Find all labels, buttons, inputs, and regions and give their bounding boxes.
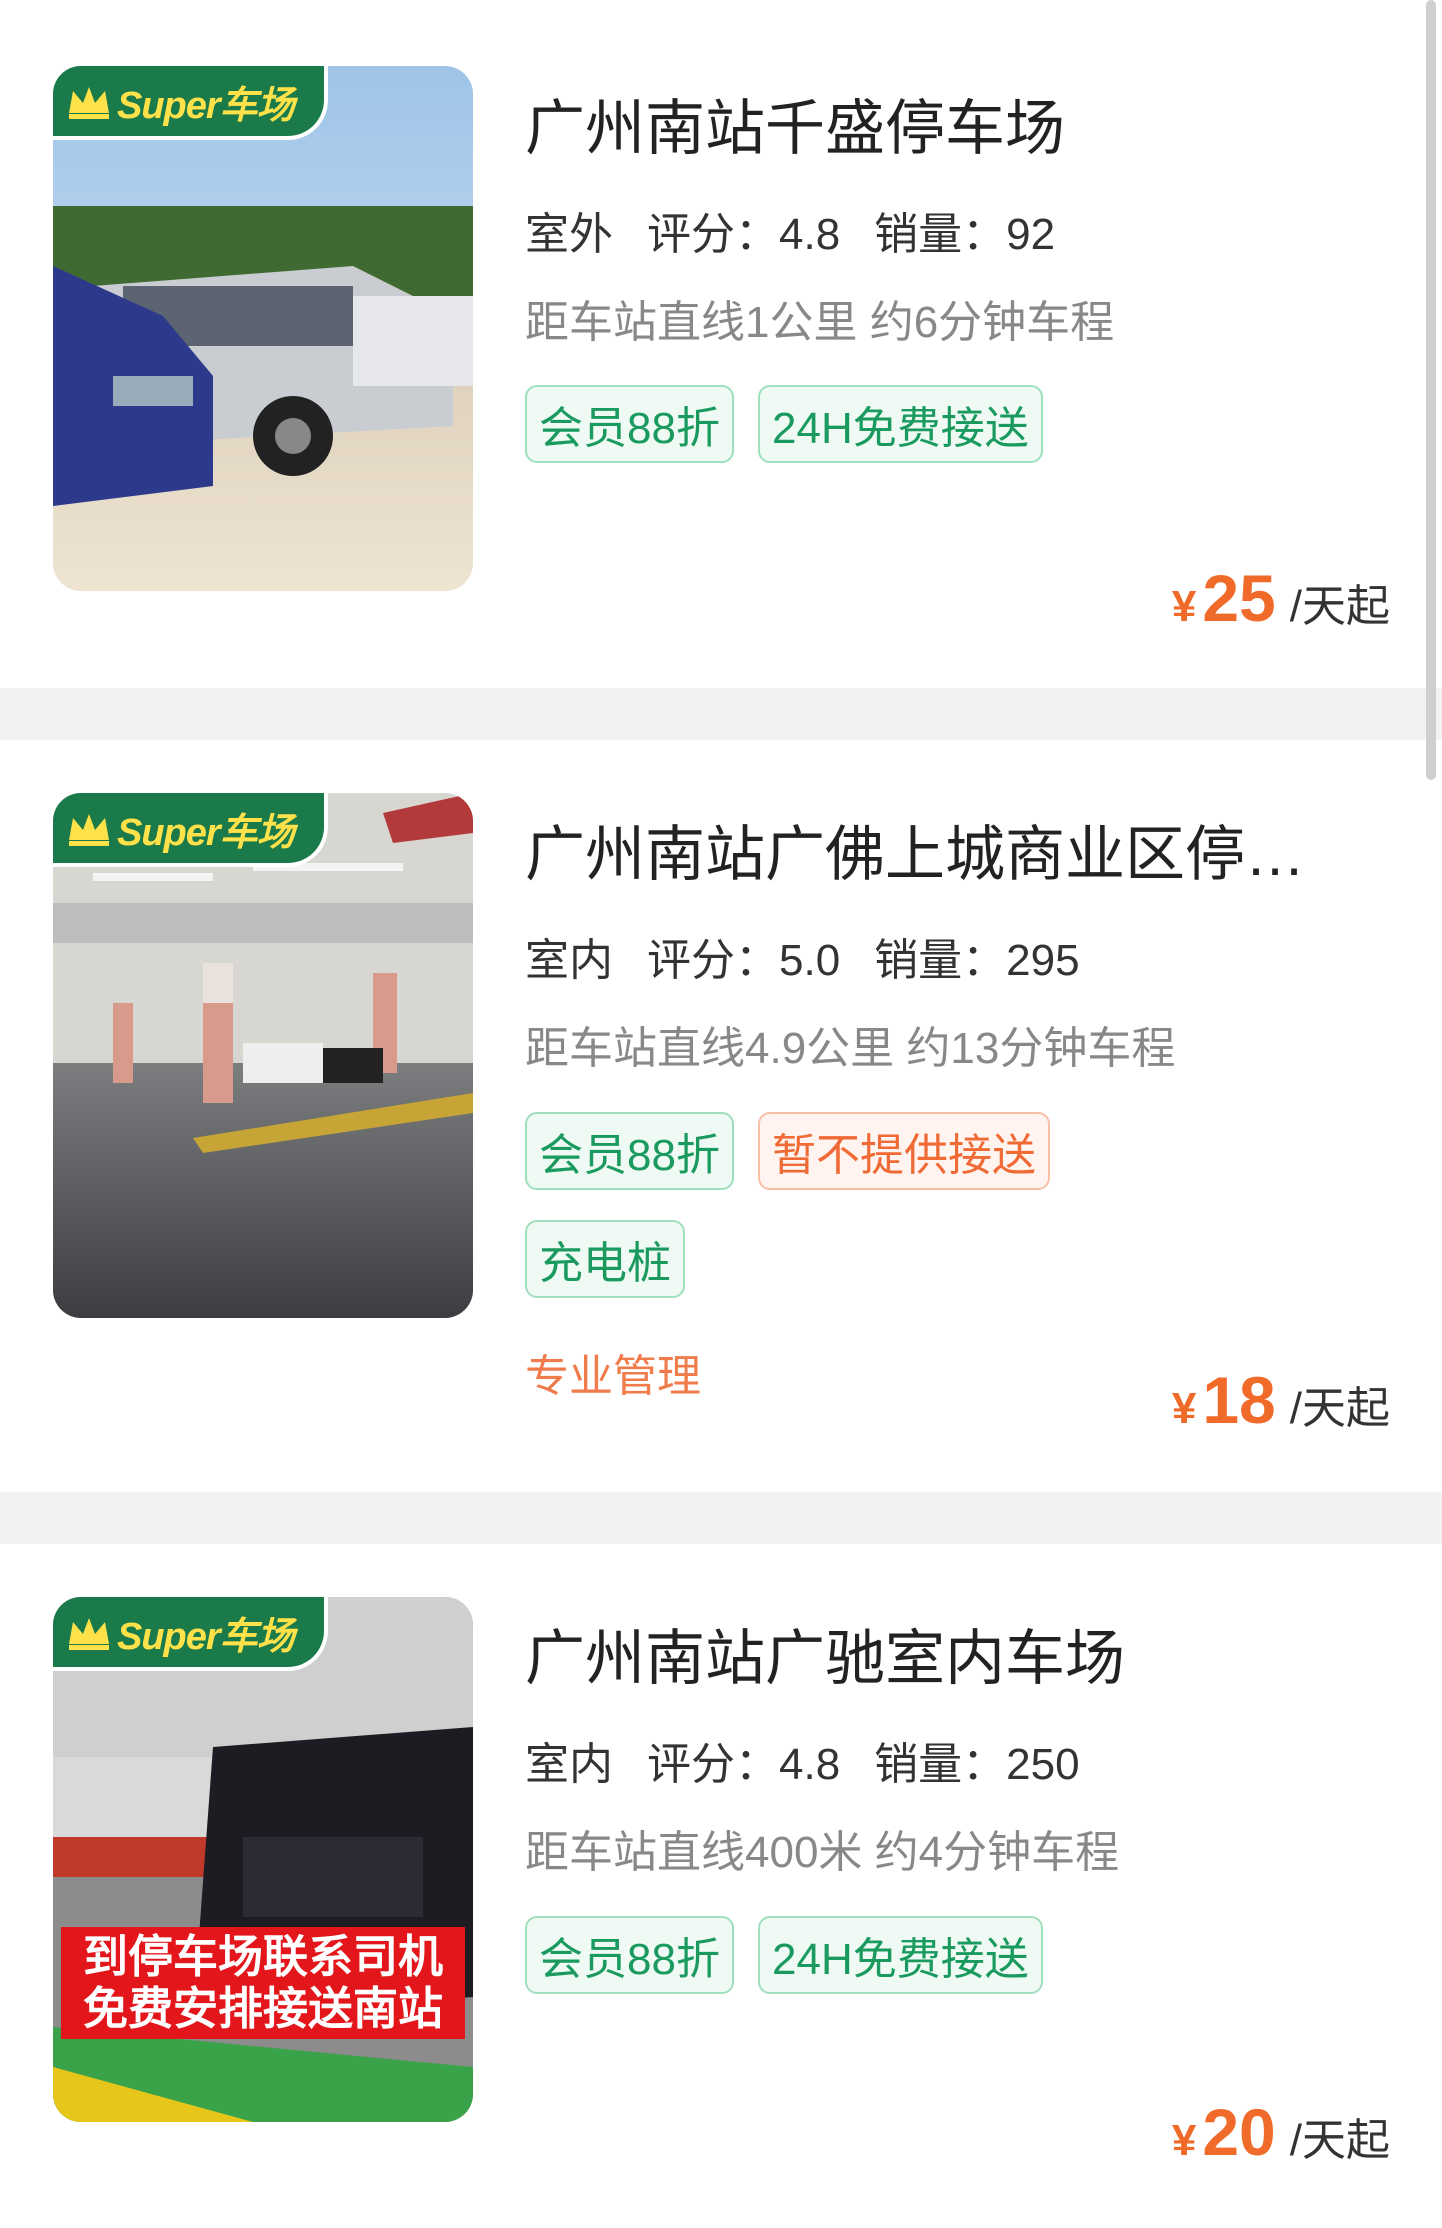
rating-value: 5.0 — [779, 936, 841, 985]
photo-caption: 到停车场联系司机 免费安排接送南站 — [61, 1927, 465, 2039]
badge-label: Super车场 — [117, 84, 295, 127]
super-parking-badge: Super车场 — [53, 793, 328, 867]
crown-icon — [69, 87, 109, 119]
listing-title[interactable]: 广州南站广佛上城商业区停车场 — [525, 806, 1305, 893]
listing-meta: 室内 评分：4.8 销量：250 — [523, 1728, 1080, 1798]
tag-member-discount: 会员88折 — [525, 1112, 734, 1190]
price: ¥25/天起 — [1172, 560, 1390, 636]
crown-icon — [69, 814, 109, 846]
price: ¥18/天起 — [1172, 1362, 1390, 1438]
tag-shuttle: 24H免费接送 — [758, 385, 1043, 463]
listing-meta: 室外 评分：4.8 销量：92 — [523, 198, 1056, 268]
sales-value: 295 — [1006, 936, 1080, 985]
sales-label: 销量： — [874, 210, 1007, 259]
tag-shuttle: 24H免费接送 — [758, 1916, 1043, 1994]
distance-text: 距车站直线400米 约4分钟车程 — [525, 1828, 1120, 1877]
price-unit: /天起 — [1289, 582, 1390, 631]
sales-label: 销量： — [874, 936, 1007, 985]
photo-caption-line: 到停车场联系司机 — [82, 1931, 443, 1982]
currency-symbol: ¥ — [1171, 582, 1197, 631]
price-value: 25 — [1202, 561, 1276, 635]
card-divider — [0, 1492, 1442, 1544]
rating-value: 4.8 — [779, 210, 841, 259]
badge-label: Super车场 — [117, 811, 295, 854]
listing-meta: 室内 评分：5.0 销量：295 — [523, 924, 1080, 994]
parking-photo: Super车场 到停车场联系司机 免费安排接送南站 — [53, 1597, 473, 2122]
card-divider — [0, 688, 1442, 740]
parking-type-label: 室外 — [523, 198, 615, 268]
listing-card[interactable]: Super车场 到停车场联系司机 免费安排接送南站 广州南站广驰室内车场 室内评… — [0, 1544, 1442, 2228]
price-unit: /天起 — [1289, 2116, 1390, 2165]
listing-card[interactable]: Super车场 广州南站广佛上城商业区停车场 室内 评分：5.0 销量：295 距车… — [0, 740, 1442, 1492]
price-value: 20 — [1202, 2095, 1276, 2169]
distance-text: 距车站直线1公里 约6分钟车程 — [525, 298, 1115, 347]
scrollbar[interactable] — [1426, 0, 1436, 780]
tag-charging-pile: 充电桩 — [525, 1220, 685, 1298]
parking-photo: Super车场 — [53, 66, 473, 591]
rating-label: 评分： — [647, 210, 779, 259]
listing-title[interactable]: 广州南站千盛停车场 — [525, 80, 1325, 167]
sales-value: 250 — [1006, 1740, 1080, 1789]
rating-value: 4.8 — [779, 1740, 841, 1789]
rating-label: 评分： — [647, 936, 779, 985]
currency-symbol: ¥ — [1171, 1384, 1197, 1433]
distance-text: 距车站直线4.9公里 约13分钟车程 — [525, 1024, 1176, 1073]
tag-no-shuttle: 暂不提供接送 — [758, 1112, 1050, 1190]
currency-symbol: ¥ — [1171, 2116, 1197, 2165]
photo-caption-line: 免费安排接送南站 — [82, 1983, 443, 2034]
price-unit: /天起 — [1289, 1384, 1390, 1433]
rating-label: 评分： — [647, 1740, 779, 1789]
super-parking-badge: Super车场 — [53, 66, 328, 140]
tag-member-discount: 会员88折 — [525, 1916, 734, 1994]
parking-photo: Super车场 — [53, 793, 473, 1318]
listing-title[interactable]: 广州南站广驰室内车场 — [525, 1610, 1325, 1697]
management-note: 专业管理 — [525, 1352, 701, 1401]
parking-type-label: 室内 — [523, 924, 615, 994]
super-parking-badge: Super车场 — [53, 1597, 328, 1671]
sales-value: 92 — [1006, 210, 1056, 259]
price-value: 18 — [1202, 1363, 1276, 1437]
tag-member-discount: 会员88折 — [525, 385, 734, 463]
listing-card[interactable]: Super车场 广州南站千盛停车场 室外 评分：4.8 销量：92 距车站直线1公里… — [0, 0, 1442, 688]
sales-label: 销量： — [874, 1740, 1007, 1789]
parking-type-label: 室内 — [523, 1728, 615, 1798]
badge-label: Super车场 — [117, 1615, 295, 1658]
price: ¥20/天起 — [1172, 2094, 1390, 2170]
crown-icon — [69, 1618, 109, 1650]
